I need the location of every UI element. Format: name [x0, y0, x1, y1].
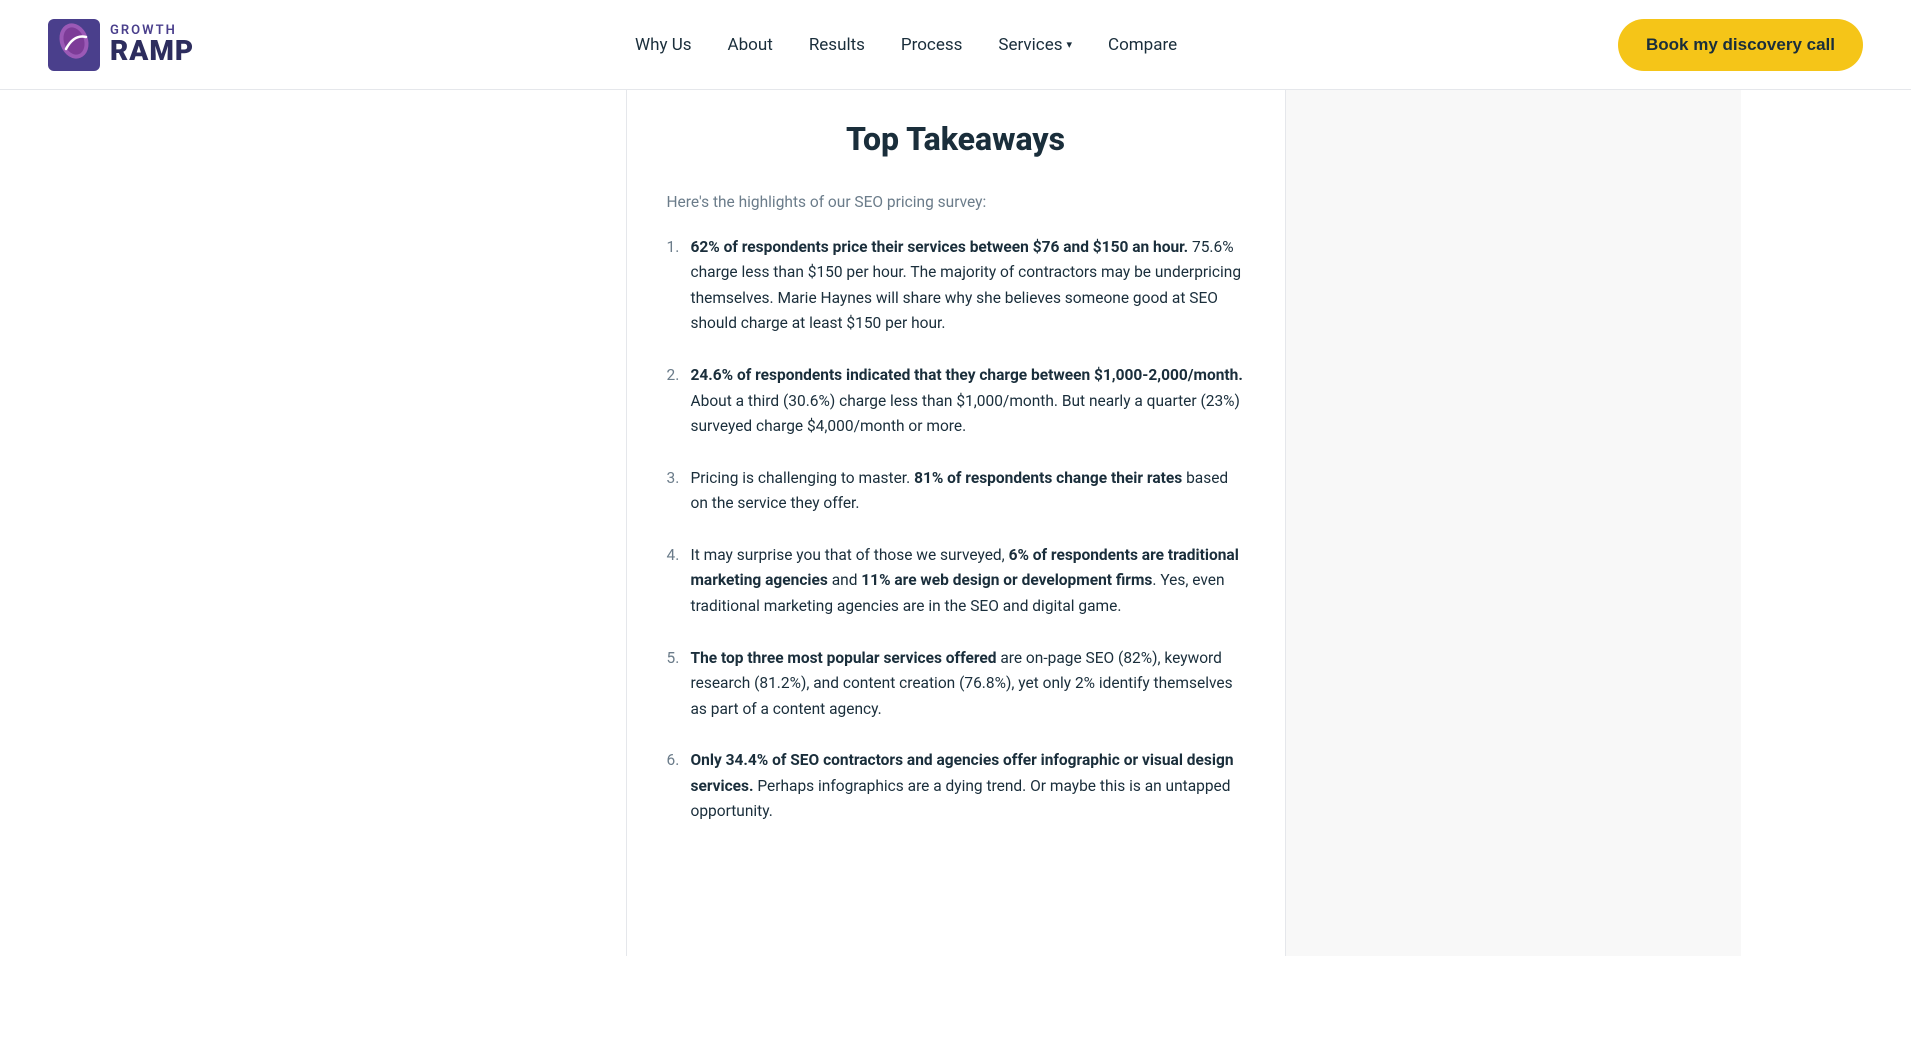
list-content: It may surprise you that of those we sur… — [691, 543, 1245, 620]
nav-link-process[interactable]: Process — [901, 35, 962, 55]
list-number: 5. — [667, 646, 683, 723]
list-item: 2. 24.6% of respondents indicated that t… — [667, 363, 1245, 440]
bold-text: 24.6% of respondents indicated that they… — [691, 366, 1243, 384]
nav-links: Why Us About Results Process Services ▾ … — [635, 35, 1177, 55]
intro-text: Here's the highlights of our SEO pricing… — [667, 190, 1245, 215]
nav-link-results[interactable]: Results — [809, 35, 865, 55]
list-number: 1. — [667, 235, 683, 337]
content-column: Top Takeaways Here's the highlights of o… — [626, 90, 1286, 956]
list-number: 2. — [667, 363, 683, 440]
bold-text: The top three most popular services offe… — [691, 649, 997, 667]
book-discovery-button[interactable]: Book my discovery call — [1618, 19, 1863, 71]
bold-text: 62% of respondents price their services … — [691, 238, 1189, 256]
logo[interactable]: GROWTH RAMP — [48, 19, 194, 71]
nav-link-compare[interactable]: Compare — [1108, 35, 1177, 55]
list-item: 5. The top three most popular services o… — [667, 646, 1245, 723]
list-content: The top three most popular services offe… — [691, 646, 1245, 723]
list-content: Pricing is challenging to master. 81% of… — [691, 466, 1245, 517]
logo-icon — [48, 19, 100, 71]
chevron-down-icon: ▾ — [1066, 38, 1072, 51]
section-title: Top Takeaways — [667, 120, 1245, 158]
regular-text: About a third (30.6%) charge less than $… — [691, 392, 1240, 436]
regular-text: Perhaps infographics are a dying trend. … — [691, 777, 1231, 821]
right-sidebar — [1286, 90, 1741, 956]
page-wrapper: Top Takeaways Here's the highlights of o… — [0, 90, 1911, 956]
list-content: 62% of respondents price their services … — [691, 235, 1245, 337]
regular-text: and — [828, 571, 861, 589]
list-number: 6. — [667, 748, 683, 825]
list-item: 1. 62% of respondents price their servic… — [667, 235, 1245, 337]
list-item: 6. Only 34.4% of SEO contractors and age… — [667, 748, 1245, 825]
takeaways-list: 1. 62% of respondents price their servic… — [667, 235, 1245, 825]
nav-link-why-us[interactable]: Why Us — [635, 35, 692, 55]
list-number: 4. — [667, 543, 683, 620]
list-item: 3. Pricing is challenging to master. 81%… — [667, 466, 1245, 517]
list-item: 4. It may surprise you that of those we … — [667, 543, 1245, 620]
logo-text: GROWTH RAMP — [110, 24, 194, 65]
logo-ramp-label: RAMP — [110, 37, 194, 65]
regular-text: It may surprise you that of those we sur… — [691, 546, 1009, 564]
nav-link-services[interactable]: Services ▾ — [998, 35, 1072, 55]
list-number: 3. — [667, 466, 683, 517]
bold-text: 11% are web design or development firms — [861, 571, 1152, 589]
navbar: GROWTH RAMP Why Us About Results Process… — [0, 0, 1911, 90]
nav-link-about[interactable]: About — [728, 35, 773, 55]
left-sidebar — [171, 90, 626, 956]
regular-text: Pricing is challenging to master. — [691, 469, 915, 487]
bold-text: 81% of respondents change their rates — [914, 469, 1182, 487]
list-content: Only 34.4% of SEO contractors and agenci… — [691, 748, 1245, 825]
list-content: 24.6% of respondents indicated that they… — [691, 363, 1245, 440]
